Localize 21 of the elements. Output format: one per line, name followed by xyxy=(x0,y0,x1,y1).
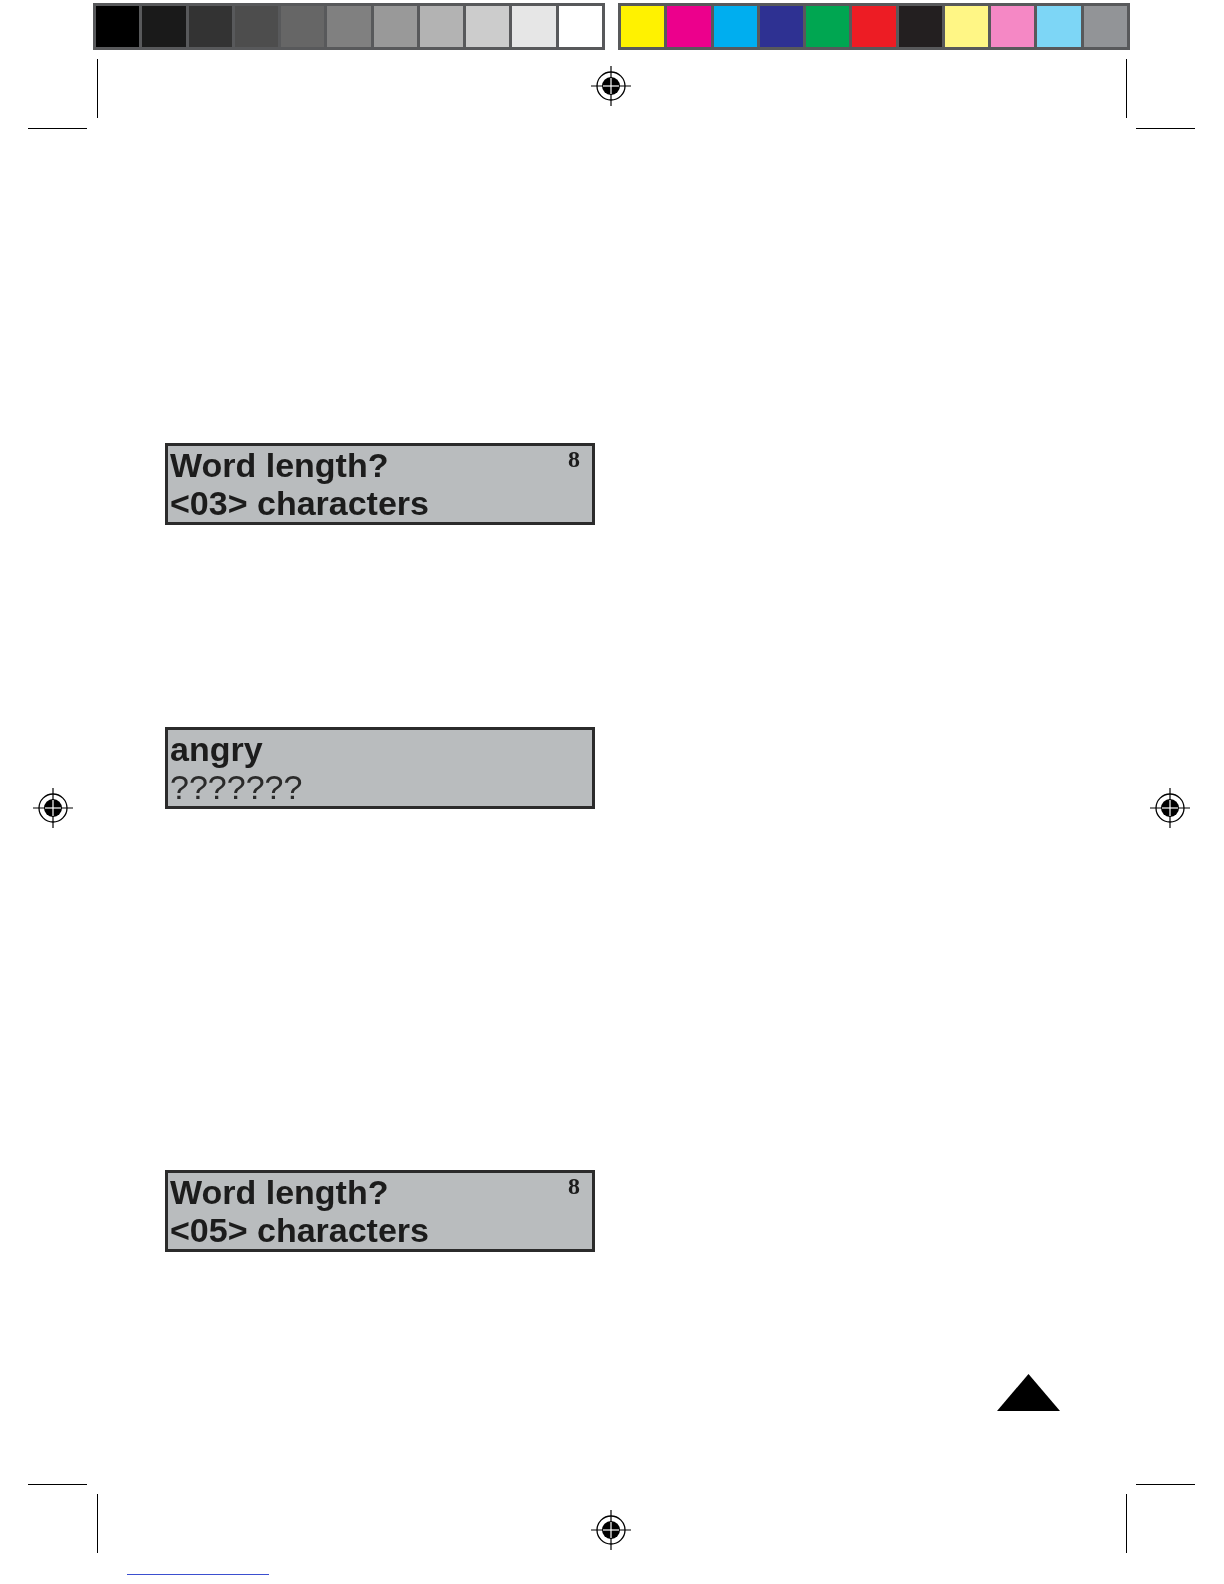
indicator-glyph: 8 xyxy=(568,447,580,471)
indicator-glyph: 8 xyxy=(568,1174,580,1198)
crop-mark xyxy=(1126,59,1127,118)
registration-mark-icon xyxy=(591,1510,631,1550)
screen-text: <05> characters xyxy=(170,1211,429,1249)
crop-mark xyxy=(97,1494,98,1553)
registration-mark-icon xyxy=(591,66,631,106)
crop-mark xyxy=(1126,1494,1127,1553)
screen-text: Word length? xyxy=(170,1173,389,1211)
registration-mark-icon xyxy=(33,788,73,828)
crop-mark xyxy=(28,1484,87,1485)
crop-mark xyxy=(97,59,98,118)
crop-mark xyxy=(1136,1484,1195,1485)
crop-mark xyxy=(28,128,87,129)
screen-text: Word length? xyxy=(170,446,389,484)
registration-mark-icon xyxy=(1150,788,1190,828)
screen-text: angry xyxy=(170,730,263,768)
up-triangle-icon xyxy=(997,1374,1060,1411)
crop-mark xyxy=(1136,128,1195,129)
screen-text: <03> characters xyxy=(170,484,429,522)
screen-text: ??????? xyxy=(170,768,303,806)
